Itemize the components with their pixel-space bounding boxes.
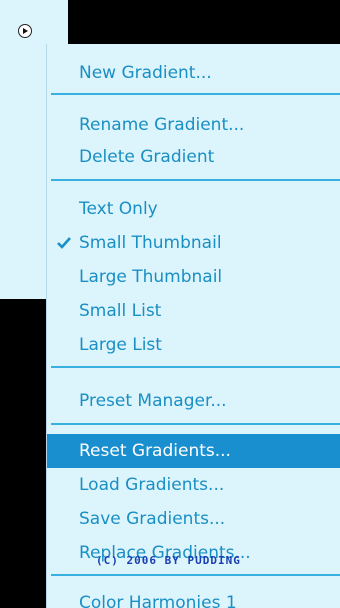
panel-header [0, 0, 68, 44]
menu-item-save-gradients[interactable]: Save Gradients... [47, 502, 340, 536]
menu-item-reset-gradients[interactable]: Reset Gradients... [47, 434, 340, 468]
flyout-menu-button[interactable] [18, 24, 32, 38]
play-arrow-icon [23, 28, 28, 34]
menu-item-rename-gradient[interactable]: Rename Gradient... [47, 108, 340, 142]
menu-item-small-list[interactable]: Small List [47, 294, 340, 328]
menu-item-large-list[interactable]: Large List [47, 328, 340, 362]
checkmark-icon [55, 226, 73, 260]
menu-separator [51, 574, 340, 576]
menu-item-delete-gradient[interactable]: Delete Gradient [47, 140, 340, 174]
menu-item-label: Small Thumbnail [79, 233, 222, 253]
menu-separator [51, 179, 340, 181]
menu-separator [51, 93, 340, 95]
panel-strip [0, 0, 46, 299]
gradient-flyout-menu: New Gradient... Rename Gradient... Delet… [46, 44, 340, 608]
copyright-watermark: (C) 2006 BY PUDDING [96, 554, 241, 567]
menu-item-load-gradients[interactable]: Load Gradients... [47, 468, 340, 502]
menu-item-preset-manager[interactable]: Preset Manager... [47, 384, 340, 418]
menu-item-new-gradient[interactable]: New Gradient... [47, 56, 340, 90]
gradient-panel-screen: New Gradient... Rename Gradient... Delet… [0, 0, 340, 608]
menu-separator [51, 366, 340, 368]
menu-item-text-only[interactable]: Text Only [47, 192, 340, 226]
menu-item-color-harmonies-1[interactable]: Color Harmonies 1 [47, 586, 340, 608]
menu-item-large-thumbnail[interactable]: Large Thumbnail [47, 260, 340, 294]
menu-separator [51, 423, 340, 425]
menu-item-small-thumbnail[interactable]: Small Thumbnail [47, 226, 340, 260]
